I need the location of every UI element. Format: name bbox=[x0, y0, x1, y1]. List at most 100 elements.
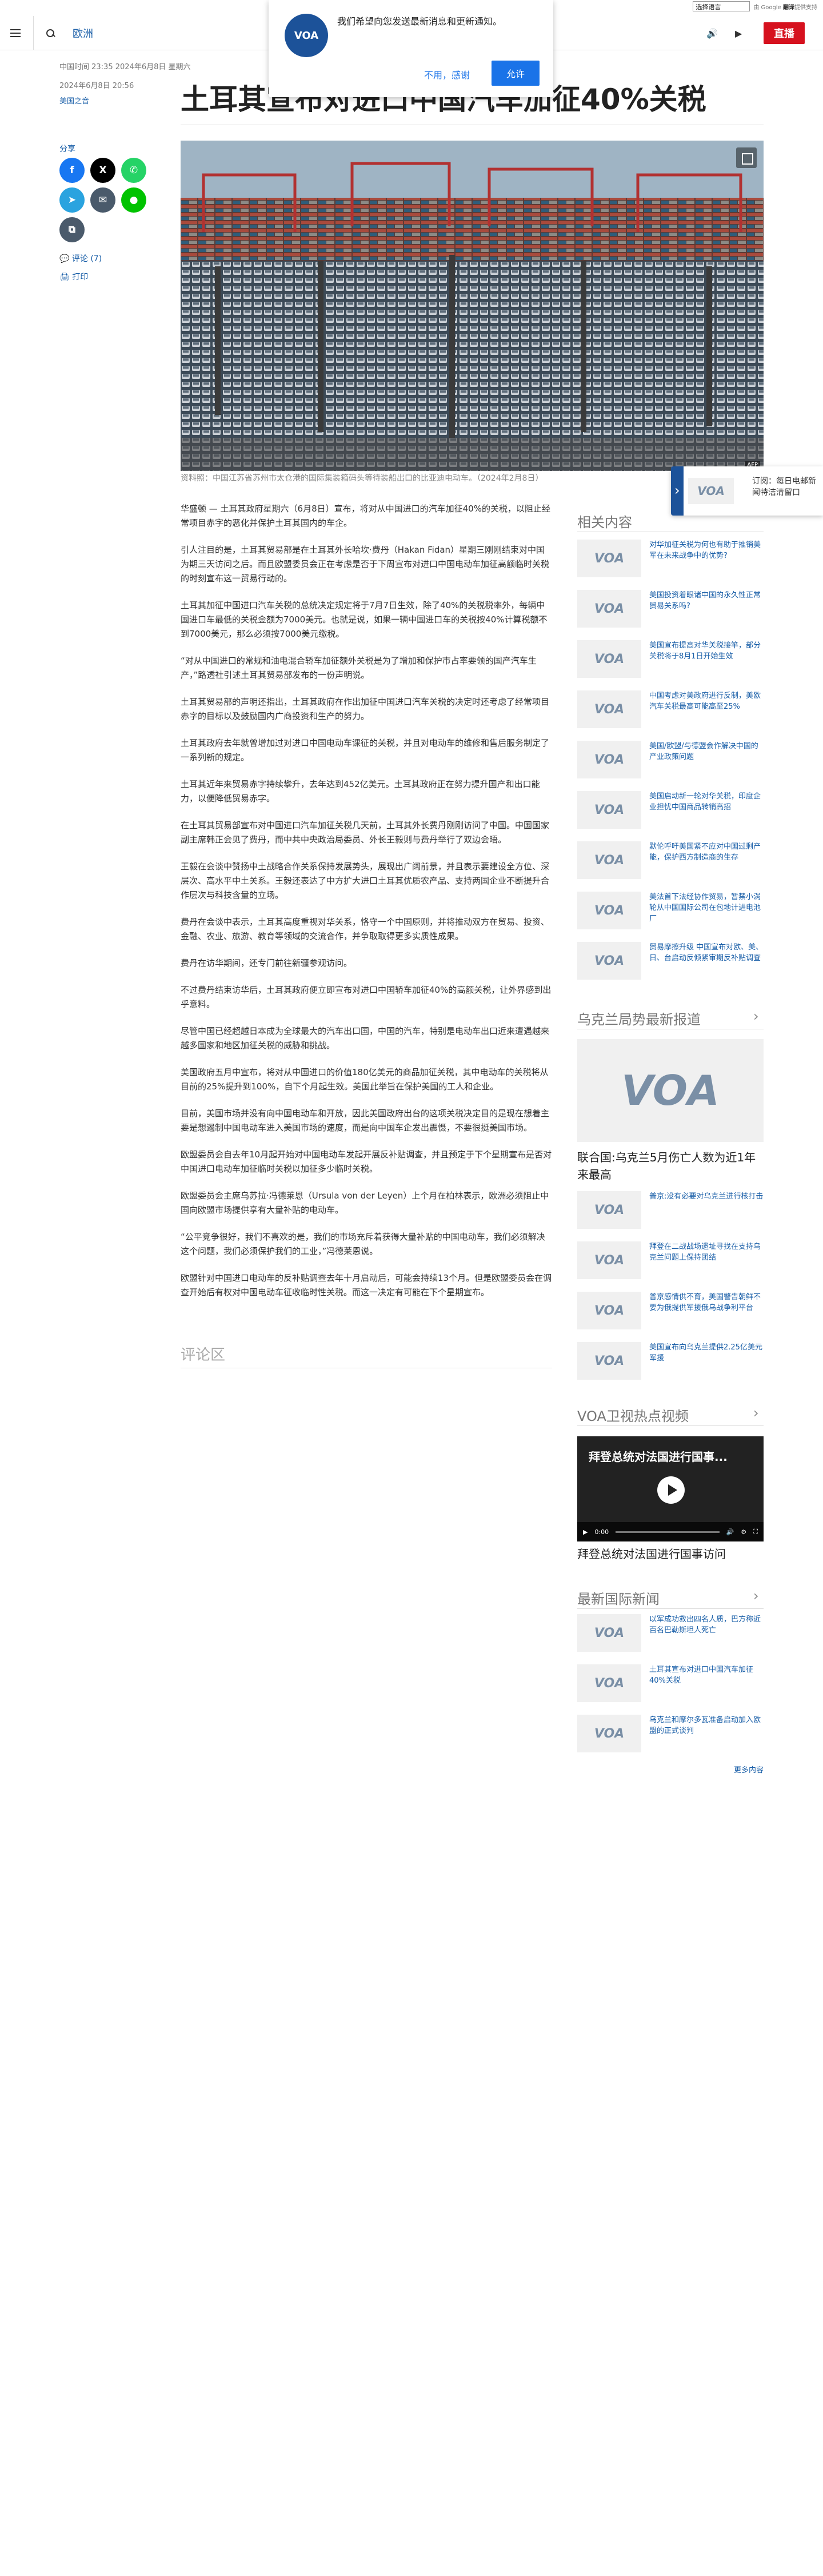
print-link[interactable]: 🖨 打印 bbox=[59, 271, 88, 282]
powered-by-text: 由 Google 翻译提供支持 bbox=[753, 4, 817, 11]
article-paragraph: 土耳其近年来贸易赤字持续攀升，去年达到452亿美元。土耳其政府正在努力提升国产和… bbox=[181, 779, 540, 804]
whatsapp-icon[interactable]: ✆ bbox=[121, 158, 146, 183]
comments-heading: 评论区 bbox=[181, 1347, 226, 1364]
fullscreen-small-icon[interactable]: ⛶ bbox=[753, 1528, 758, 1536]
port-cars-illustration bbox=[181, 141, 764, 471]
related-item[interactable]: VOA 中国考虑对美政府进行反制，美欧汽车关税最高可能高至25% bbox=[577, 690, 764, 742]
ukraine-item[interactable]: VOA 普京感情供不育，美国警告朝鲜不要为俄提供军援俄乌战争利平台 bbox=[577, 1292, 764, 1343]
line-icon[interactable]: ● bbox=[121, 187, 146, 213]
article-paragraph: 华盛顿 — 土耳其政府星期六（6月8日）宣布，将对从中国进口的汽车加征40%的关… bbox=[181, 504, 550, 528]
voa-thumbnail: VOA bbox=[577, 892, 641, 929]
article-paragraph: 在土耳其贸易部宣布对中国进口汽车加征关税几天前，土耳其外长费丹刚刚访问了中国。中… bbox=[181, 820, 550, 845]
ukraine-item[interactable]: VOA 普京:没有必要对乌克兰进行核打击 bbox=[577, 1191, 764, 1243]
ukraine-item[interactable]: VOA 美国宣布向乌克兰提供2.25亿美元军援 bbox=[577, 1342, 764, 1393]
facebook-icon[interactable]: f bbox=[59, 158, 85, 183]
article-paragraph: 尽管中国已经超越日本成为全球最大的汽车出口国，中国的汽车，特别是电动车出口近来遭… bbox=[181, 1026, 550, 1051]
featured-headline[interactable]: 联合国:乌克兰5月伤亡人数为近1年来最高 bbox=[577, 1149, 764, 1183]
article-paragraph: 费丹在会谈中表示，土耳其高度重视对华关系，恪守一个中国原则，并将推动双方在贸易、… bbox=[181, 917, 550, 941]
subscribe-widget[interactable]: VOA 订阅：每日电邮新闻特洁清留口 bbox=[671, 466, 823, 516]
related-item[interactable]: VOA 美国启动新一轮对华关税，印度企业担忧中国商品转销高招 bbox=[577, 791, 764, 842]
subscribe-text[interactable]: 订阅：每日电邮新闻特洁清留口 bbox=[752, 476, 821, 498]
related-item[interactable]: VOA 默伦呼吁美国紧不应对中国过剩产能，保护西方制造商的生存 bbox=[577, 841, 764, 893]
voa-thumbnail: VOA bbox=[577, 841, 641, 879]
share-label: 分享 bbox=[59, 145, 75, 154]
deny-button[interactable]: 不用，感谢 bbox=[424, 67, 470, 81]
volume-icon[interactable]: 🔊 bbox=[726, 1528, 734, 1536]
related-item[interactable]: VOA 贸易摩擦升级 中国宣布对欧、美、日、台启动反倾紧审期反补贴调查 bbox=[577, 942, 764, 993]
article-paragraph: 欧盟委员会自去年10月起开始对中国电动车发起开展反补贴调查，并且预定于下个星期宣… bbox=[181, 1149, 552, 1174]
voa-thumbnail: VOA bbox=[577, 1241, 641, 1279]
voa-thumbnail: VOA bbox=[577, 690, 641, 728]
article-paragraph: 土耳其贸易部的声明还指出，土耳其政府在作出加征中国进口汽车关税的决定时还考虑了经… bbox=[181, 697, 550, 721]
article-paragraph: 引人注目的是，土耳其贸易部是在土耳其外长哈坎·费丹（Hakan Fidan）星期… bbox=[181, 545, 550, 584]
voa-logo: VOA bbox=[285, 14, 328, 57]
related-item[interactable]: VOA 美国宣布提高对华关税接竿，部分关税将于8月1日开始生效 bbox=[577, 640, 764, 692]
article-paragraph: 土耳其加征中国进口汽车关税的总统决定规定将于7月7日生效，除了40%的关税税率外… bbox=[181, 600, 548, 639]
world-item[interactable]: VOA 乌克兰和摩尔多瓦准备启动加入欧盟的正式谈判 bbox=[577, 1715, 764, 1766]
world-heading[interactable]: 最新国际新闻 bbox=[577, 1588, 660, 1608]
world-item[interactable]: VOA 土耳其宣布对进口中国汽车加征40%关税 bbox=[577, 1664, 764, 1716]
menu-icon[interactable] bbox=[10, 29, 21, 37]
chevron-right-icon[interactable]: › bbox=[753, 1588, 759, 1604]
voa-logo: VOA bbox=[688, 478, 734, 504]
share-row-3: ⧉ bbox=[59, 217, 85, 242]
related-item[interactable]: VOA 美法首下法经协作贸易，暂禁小涡轮从中国国际公司在包地计进电池厂 bbox=[577, 892, 764, 943]
email-icon[interactable]: ✉ bbox=[90, 187, 115, 213]
more-link[interactable]: 更多内容 bbox=[734, 1764, 764, 1775]
voa-thumbnail: VOA bbox=[577, 590, 641, 628]
ukraine-item[interactable]: VOA 拜登在二战战场遗址寻找在支持乌克兰问题上保持团结 bbox=[577, 1241, 764, 1293]
share-row-1: f X ✆ bbox=[59, 158, 146, 183]
language-select[interactable]: 选择语言 bbox=[693, 1, 750, 11]
video-player[interactable]: 拜登总统对法国进行国事... ▶ 0:00 🔊 ⚙ ⛶ bbox=[577, 1436, 764, 1541]
ukraine-heading[interactable]: 乌克兰局势最新报道 bbox=[577, 1008, 701, 1028]
play-small-icon[interactable]: ▶ bbox=[583, 1528, 588, 1536]
voa-thumbnail: VOA bbox=[577, 1614, 641, 1652]
share-row-2: ➤ ✉ ● bbox=[59, 187, 146, 213]
live-button[interactable]: 直播 bbox=[764, 22, 805, 44]
video-icon[interactable]: ▶ bbox=[735, 28, 748, 39]
hero-image: AFP bbox=[181, 141, 764, 471]
world-divider bbox=[577, 1608, 764, 1609]
settings-icon[interactable]: ⚙ bbox=[741, 1528, 746, 1536]
voa-thumbnail: VOA bbox=[577, 942, 641, 980]
article-paragraph: 不过费丹结束访华后，土耳其政府便立即宣布对进口中国轿车加征40%的高额关税，让外… bbox=[181, 985, 552, 1009]
author-link[interactable]: 美国之音 bbox=[59, 95, 191, 109]
allow-button[interactable]: 允许 bbox=[492, 61, 540, 86]
fullscreen-icon[interactable] bbox=[736, 147, 757, 168]
video-heading[interactable]: VOA卫视热点视频 bbox=[577, 1405, 689, 1425]
article-paragraph: 费丹在访华期间，还专门前往新疆参观访问。 bbox=[181, 958, 353, 968]
copy-link-icon[interactable]: ⧉ bbox=[59, 217, 85, 242]
article-paragraph: 美国政府五月中宣布，将对从中国进口的价值180亿美元的商品加征关税，其中电动车的… bbox=[181, 1067, 549, 1092]
related-item[interactable]: VOA 对华加征关税为何也有助于推销美军在未来战争中的优势? bbox=[577, 540, 764, 591]
article-paragraph: 欧盟针对中国进口电动车的反补贴调查去年十月启动后，可能会持续13个月。但是欧盟委… bbox=[181, 1273, 552, 1297]
section-link-europe[interactable]: 欧洲 bbox=[73, 26, 93, 41]
related-heading: 相关内容 bbox=[577, 514, 632, 530]
voa-thumbnail: VOA bbox=[577, 540, 641, 577]
audio-icon[interactable]: 🔊 bbox=[706, 28, 719, 39]
chevron-right-icon[interactable]: › bbox=[753, 1405, 759, 1421]
article-paragraph: 土耳其政府去年就曾增加过对进口中国电动车课征的关税，并且对电动车的维修和售后服务… bbox=[181, 738, 550, 762]
featured-thumbnail[interactable]: VOA bbox=[577, 1039, 764, 1142]
search-icon[interactable] bbox=[45, 28, 55, 38]
video-time: 0:00 bbox=[594, 1528, 609, 1536]
world-item[interactable]: VOA 以军成功救出四名人质，巴方称近百名巴勒斯坦人死亡 bbox=[577, 1614, 764, 1666]
voa-thumbnail: VOA bbox=[577, 640, 641, 678]
x-icon[interactable]: X bbox=[90, 158, 115, 183]
image-caption: 资料照：中国江苏省苏州市太仓港的国际集装箱码头等待装船出口的比亚迪电动车。（20… bbox=[181, 474, 544, 483]
video-caption[interactable]: 拜登总统对法国进行国事访问 bbox=[577, 1545, 726, 1561]
related-item[interactable]: VOA 美国投资着眼诸中国的永久性正常贸易关系吗? bbox=[577, 590, 764, 641]
chevron-right-icon[interactable] bbox=[671, 466, 684, 516]
play-icon[interactable] bbox=[657, 1476, 685, 1504]
video-progress[interactable] bbox=[616, 1531, 720, 1533]
article-paragraph: “对从中国进口的常规和油电混合轿车加征额外关税是为了增加和保护市占率要领的国产汽… bbox=[181, 656, 537, 680]
article-paragraph: 王毅在会谈中赞扬中土战略合作关系保持发展势头，展现出广阔前景，并且表示要建设全方… bbox=[181, 861, 550, 900]
timezone-text: 中国时间 23:35 2024年6月8日 星期六 bbox=[59, 63, 191, 71]
article-paragraph: 目前，美国市场并没有向中国电动车和开放，因此美国政府出台的这项关税决定目的是现在… bbox=[181, 1108, 550, 1133]
video-divider bbox=[577, 1425, 764, 1426]
telegram-icon[interactable]: ➤ bbox=[59, 187, 85, 213]
video-controls: ▶ 0:00 🔊 ⚙ ⛶ bbox=[577, 1522, 764, 1541]
comments-link[interactable]: 💬 评论 (7) bbox=[59, 253, 102, 264]
voa-thumbnail: VOA bbox=[577, 791, 641, 829]
chevron-right-icon[interactable]: › bbox=[753, 1008, 759, 1024]
related-item[interactable]: VOA 美国/欧盟/与德盟会作解决中国的产业政策问题 bbox=[577, 741, 764, 792]
